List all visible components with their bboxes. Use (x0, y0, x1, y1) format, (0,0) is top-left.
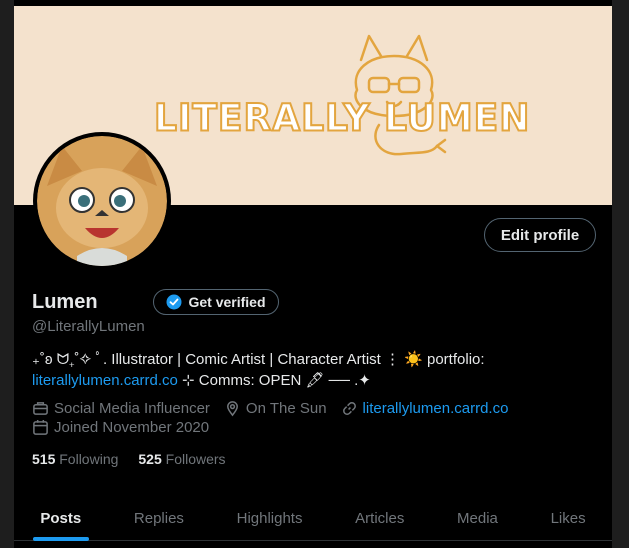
followers-stat[interactable]: 525 Followers (138, 451, 225, 467)
edit-profile-button[interactable]: Edit profile (484, 218, 596, 252)
tab-media[interactable]: Media (431, 496, 525, 540)
followers-label: Followers (165, 451, 226, 467)
meta-joined: Joined November 2020 (32, 419, 209, 436)
profile-joined-row: Joined November 2020 (32, 419, 223, 436)
bio-text-1: ₊˚ʚ ᗢ₊˚✧ ﾟ. Illustrator | Comic Artist |… (32, 351, 485, 368)
tab-posts[interactable]: Posts (14, 496, 108, 540)
get-verified-label: Get verified (188, 294, 266, 310)
tab-likes[interactable]: Likes (524, 496, 612, 540)
meta-location-label: On The Sun (245, 400, 327, 417)
meta-category: Social Media Influencer (32, 400, 210, 417)
profile-tabs: Posts Replies Highlights Articles Media … (14, 496, 612, 541)
bio-link[interactable]: literallylumen.carrd.co (32, 372, 178, 389)
bio-text-2: ⊹ Comms: OPEN 🖋 ── .✦ (177, 372, 371, 389)
meta-joined-label: Joined November 2020 (54, 419, 210, 436)
meta-location: On The Sun (224, 400, 327, 417)
follow-stats: 515 Following 525 Followers (32, 451, 226, 467)
verified-badge-icon (166, 294, 182, 310)
right-gutter (612, 0, 629, 548)
profile-meta-row: Social Media Influencer On The Sun liter… (32, 400, 522, 417)
followers-count: 525 (138, 451, 162, 467)
tab-articles[interactable]: Articles (329, 496, 431, 540)
following-label: Following (59, 451, 119, 467)
meta-category-label: Social Media Influencer (54, 400, 210, 417)
meta-website[interactable]: literallylumen.carrd.co (341, 400, 509, 417)
tab-replies[interactable]: Replies (108, 496, 211, 540)
briefcase-icon (32, 400, 49, 417)
get-verified-button[interactable]: Get verified (153, 289, 279, 315)
profile-handle: @LiterallyLumen (32, 318, 145, 335)
link-icon (341, 400, 358, 417)
profile-name: Lumen (32, 291, 98, 313)
location-pin-icon (224, 400, 241, 417)
calendar-icon (32, 419, 49, 436)
avatar[interactable] (33, 132, 171, 270)
following-count: 515 (32, 451, 56, 467)
left-gutter (0, 0, 14, 548)
following-stat[interactable]: 515 Following (32, 451, 118, 467)
tab-highlights[interactable]: Highlights (210, 496, 329, 540)
banner-title: LITERALLY LUMEN (153, 96, 531, 141)
meta-website-link[interactable]: literallylumen.carrd.co (363, 400, 509, 417)
profile-bio: ₊˚ʚ ᗢ₊˚✧ ﾟ. Illustrator | Comic Artist |… (32, 349, 602, 391)
